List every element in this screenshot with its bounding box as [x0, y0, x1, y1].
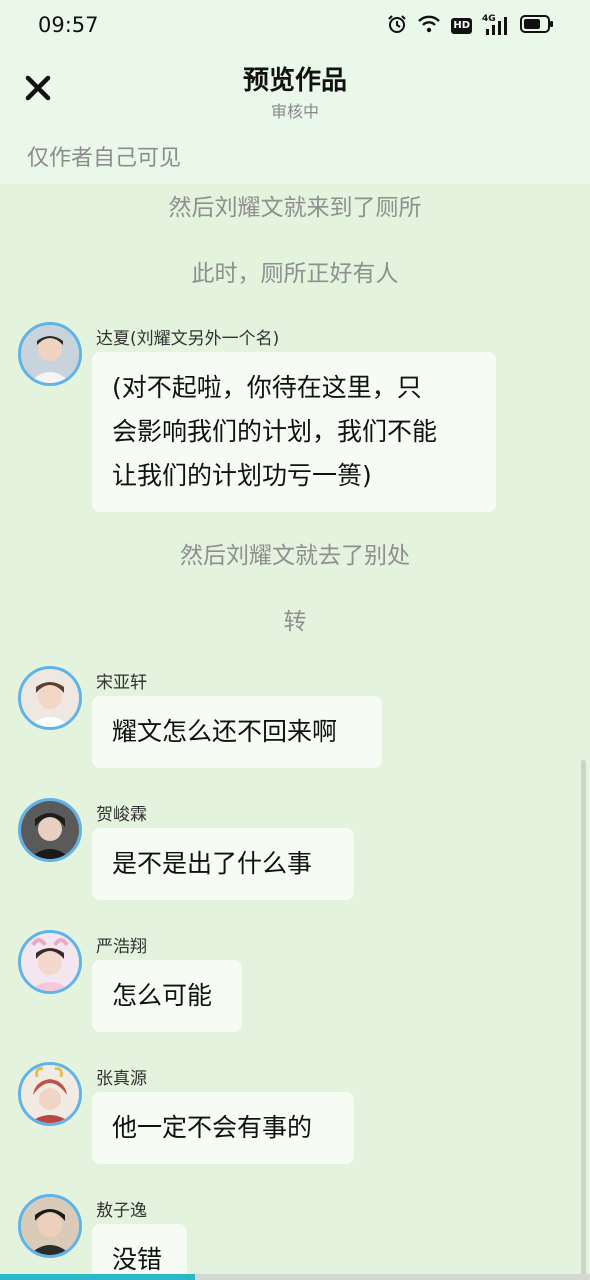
avatar[interactable]	[18, 666, 82, 730]
message-text: 没错	[112, 1245, 163, 1274]
avatar[interactable]	[18, 1062, 82, 1126]
hd-label: HD	[453, 20, 470, 31]
message-bubble[interactable]: (对不起啦，你待在这里，只 会影响我们的计划，我们不能 让我们的计划功亏一篑)	[92, 352, 496, 512]
status-bar: 09:57 HD 4G	[0, 0, 590, 52]
message-text: 是不是出了什么事	[112, 849, 313, 878]
progress-fill	[0, 1274, 195, 1280]
narration-text: 然后刘耀文就去了别处	[180, 543, 410, 569]
page-title: 预览作品	[242, 66, 347, 96]
avatar[interactable]	[18, 322, 82, 386]
status-time: 09:57	[38, 13, 99, 37]
avatar[interactable]	[18, 930, 82, 994]
message-bubble[interactable]: 他一定不会有事的	[92, 1092, 354, 1164]
avatar[interactable]	[18, 798, 82, 862]
wifi-icon	[417, 14, 441, 38]
header: 预览作品 审核中 仅作者自己可见	[0, 52, 590, 184]
visibility-note: 仅作者自己可见	[27, 146, 182, 171]
narration-text: 此时，厕所正好有人	[191, 261, 399, 287]
message-text: 耀文怎么还不回来啊	[112, 717, 338, 746]
message-line: (对不起啦，你待在这里，只	[112, 373, 422, 402]
message-text: 怎么可能	[112, 981, 213, 1010]
message-text: 他一定不会有事的	[112, 1113, 313, 1142]
narration-text: 转	[283, 609, 307, 635]
sender-name: 贺峻霖	[96, 805, 147, 825]
sender-name: 张真源	[96, 1069, 147, 1089]
message-bubble[interactable]: 耀文怎么还不回来啊	[92, 696, 382, 768]
message-bubble[interactable]: 怎么可能	[92, 960, 242, 1032]
hd-icon: HD	[451, 18, 472, 34]
message-line: 会影响我们的计划，我们不能	[112, 417, 438, 446]
message-line: 让我们的计划功亏一篑)	[112, 461, 372, 490]
message-bubble[interactable]: 是不是出了什么事	[92, 828, 354, 900]
progress-bar	[0, 1274, 590, 1280]
avatar[interactable]	[18, 1194, 82, 1258]
alarm-icon	[387, 14, 407, 38]
message-bubble[interactable]: 没错	[92, 1224, 187, 1280]
signal-icon: 4G	[482, 14, 510, 36]
chat-area[interactable]: 然后刘耀文就来到了厕所 此时，厕所正好有人 达夏(刘耀文另外一个名) (对不起啦…	[0, 184, 590, 1280]
review-status: 审核中	[270, 102, 319, 121]
battery-icon	[520, 15, 554, 37]
sender-name: 敖子逸	[96, 1201, 147, 1221]
sender-name: 达夏(刘耀文另外一个名)	[96, 329, 280, 349]
sender-name: 严浩翔	[96, 937, 147, 957]
narration-text: 然后刘耀文就来到了厕所	[168, 195, 422, 221]
status-icons: HD 4G	[387, 14, 554, 38]
sender-name: 宋亚轩	[96, 673, 147, 693]
scrollbar[interactable]	[581, 760, 586, 1280]
